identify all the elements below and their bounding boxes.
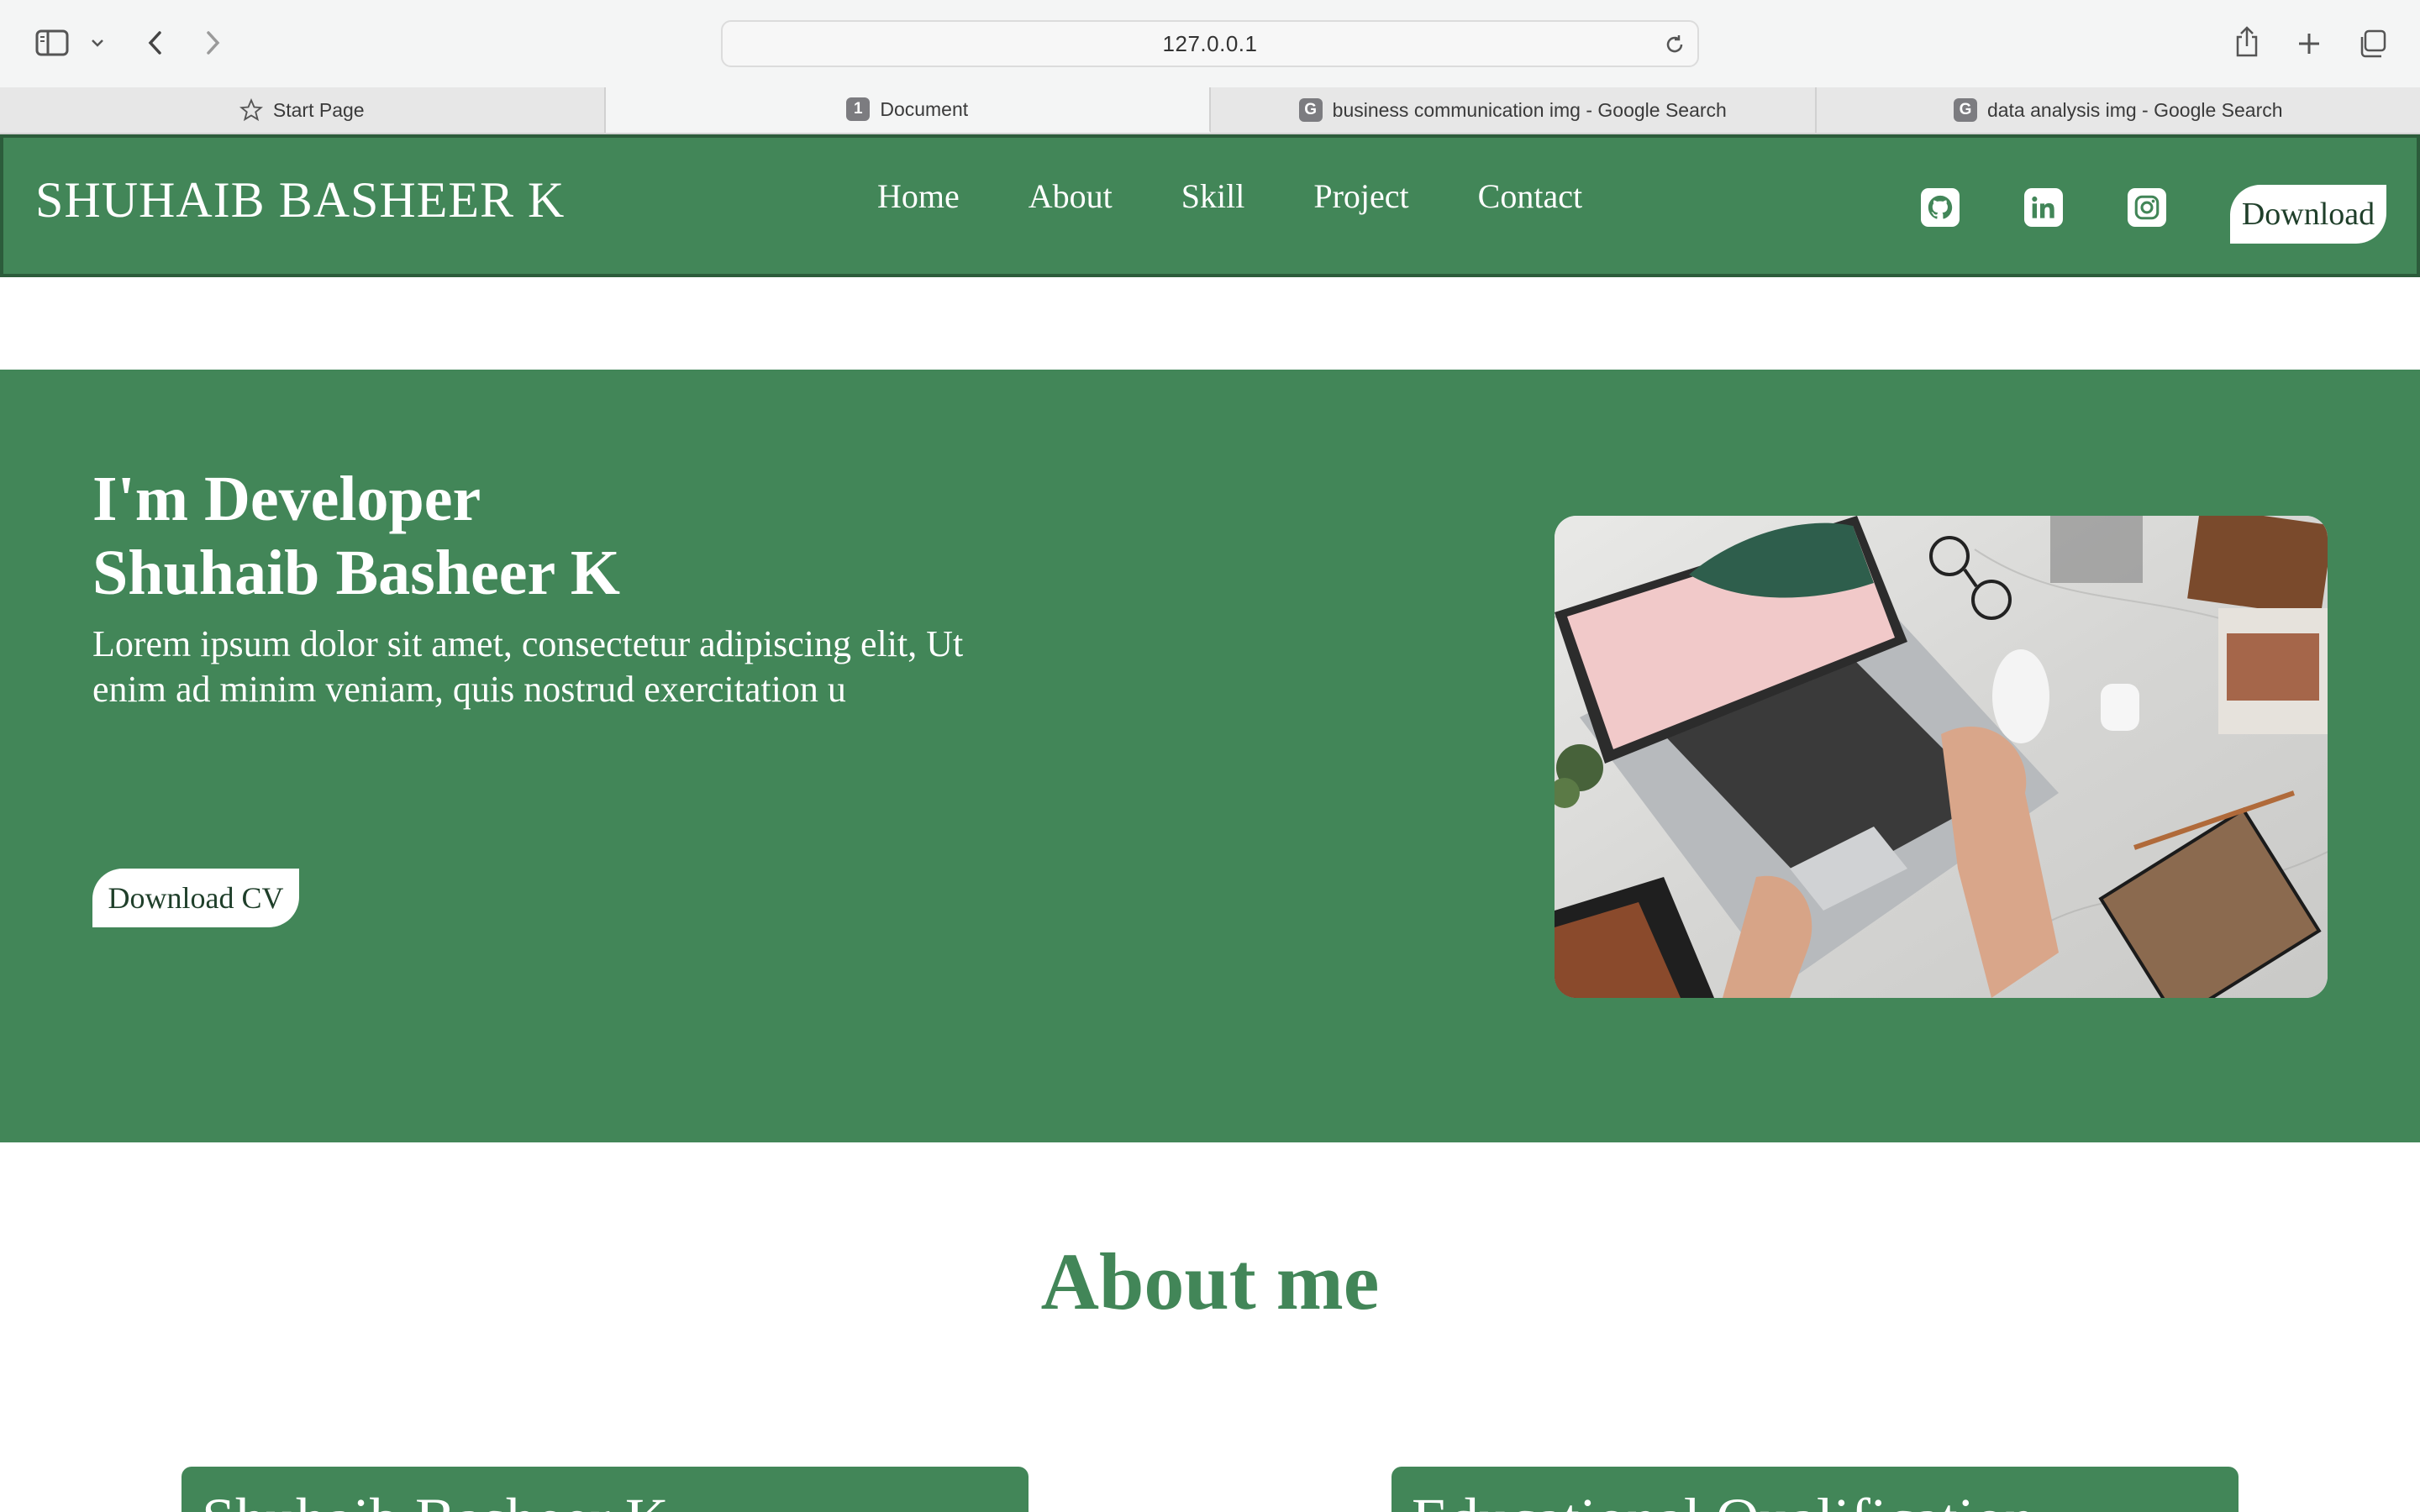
star-icon — [239, 98, 263, 122]
instagram-icon[interactable] — [2128, 188, 2166, 227]
share-icon[interactable] — [2228, 22, 2265, 62]
github-icon[interactable] — [1921, 188, 1960, 227]
hero-title: I'm Developer Shuhaib Basheer K — [92, 462, 620, 610]
nav-home[interactable]: Home — [877, 176, 960, 216]
back-arrow-icon[interactable] — [139, 25, 170, 60]
new-tab-plus-icon[interactable] — [2291, 25, 2328, 62]
address-bar[interactable]: 127.0.0.1 — [721, 20, 1699, 67]
nav-contact[interactable]: Contact — [1478, 176, 1582, 216]
hero-description: Lorem ipsum dolor sit amet, consectetur … — [92, 623, 964, 710]
site-brand[interactable]: SHUHAIB BASHEER K — [35, 171, 565, 229]
url-text: 127.0.0.1 — [1162, 30, 1258, 56]
tab-data-analysis[interactable]: G data analysis img - Google Search — [1817, 87, 2420, 133]
card-title: Educational Qualification — [1412, 1485, 2035, 1512]
tab-label: data analysis img - Google Search — [1986, 98, 2283, 121]
about-heading: About me — [1040, 1236, 1380, 1326]
card-title: Shuhaib Basheer K — [202, 1485, 669, 1512]
google-favicon-icon: G — [1298, 98, 1323, 122]
sidebar-toggle-icon[interactable] — [32, 25, 72, 60]
tab-label: business communication img - Google Sear… — [1332, 98, 1727, 121]
download-cv-button[interactable]: Download CV — [92, 869, 299, 927]
tab-number-icon: 1 — [846, 97, 871, 121]
tab-start-page[interactable]: Start Page — [0, 87, 606, 133]
nav-about[interactable]: About — [1028, 176, 1113, 216]
tab-document[interactable]: 1 Document — [605, 87, 1211, 133]
chevron-down-icon[interactable] — [87, 30, 108, 55]
nav-project[interactable]: Project — [1313, 176, 1408, 216]
tab-bar: Start Page 1 Document G business communi… — [0, 87, 2420, 134]
site-navbar: SHUHAIB BASHEER K Home About Skill Proje… — [0, 134, 2420, 277]
google-favicon-icon: G — [1953, 98, 1977, 122]
reload-icon[interactable] — [1660, 30, 1689, 59]
hero-workspace-photo — [1555, 516, 2328, 998]
linkedin-icon[interactable] — [2024, 188, 2063, 227]
hero-title-line-1: I'm Developer — [92, 464, 481, 534]
nav-menu: Home About Skill Project Contact — [877, 176, 1582, 216]
hero-title-line-2: Shuhaib Basheer K — [92, 538, 620, 608]
tab-overview-icon[interactable] — [2353, 25, 2391, 62]
download-button[interactable]: Download — [2230, 185, 2386, 244]
tab-business-communication[interactable]: G business communication img - Google Se… — [1211, 87, 1817, 133]
education-card: Educational Qualification — [1392, 1467, 2238, 1512]
about-profile-card: Shuhaib Basheer K — [182, 1467, 1028, 1512]
browser-toolbar: 127.0.0.1 — [0, 0, 2420, 87]
hero-section: I'm Developer Shuhaib Basheer K Lorem ip… — [0, 370, 2420, 1142]
tab-label: Start Page — [272, 98, 365, 121]
nav-skill[interactable]: Skill — [1181, 176, 1245, 216]
tab-label: Document — [880, 97, 969, 120]
forward-arrow-icon[interactable] — [198, 25, 229, 60]
